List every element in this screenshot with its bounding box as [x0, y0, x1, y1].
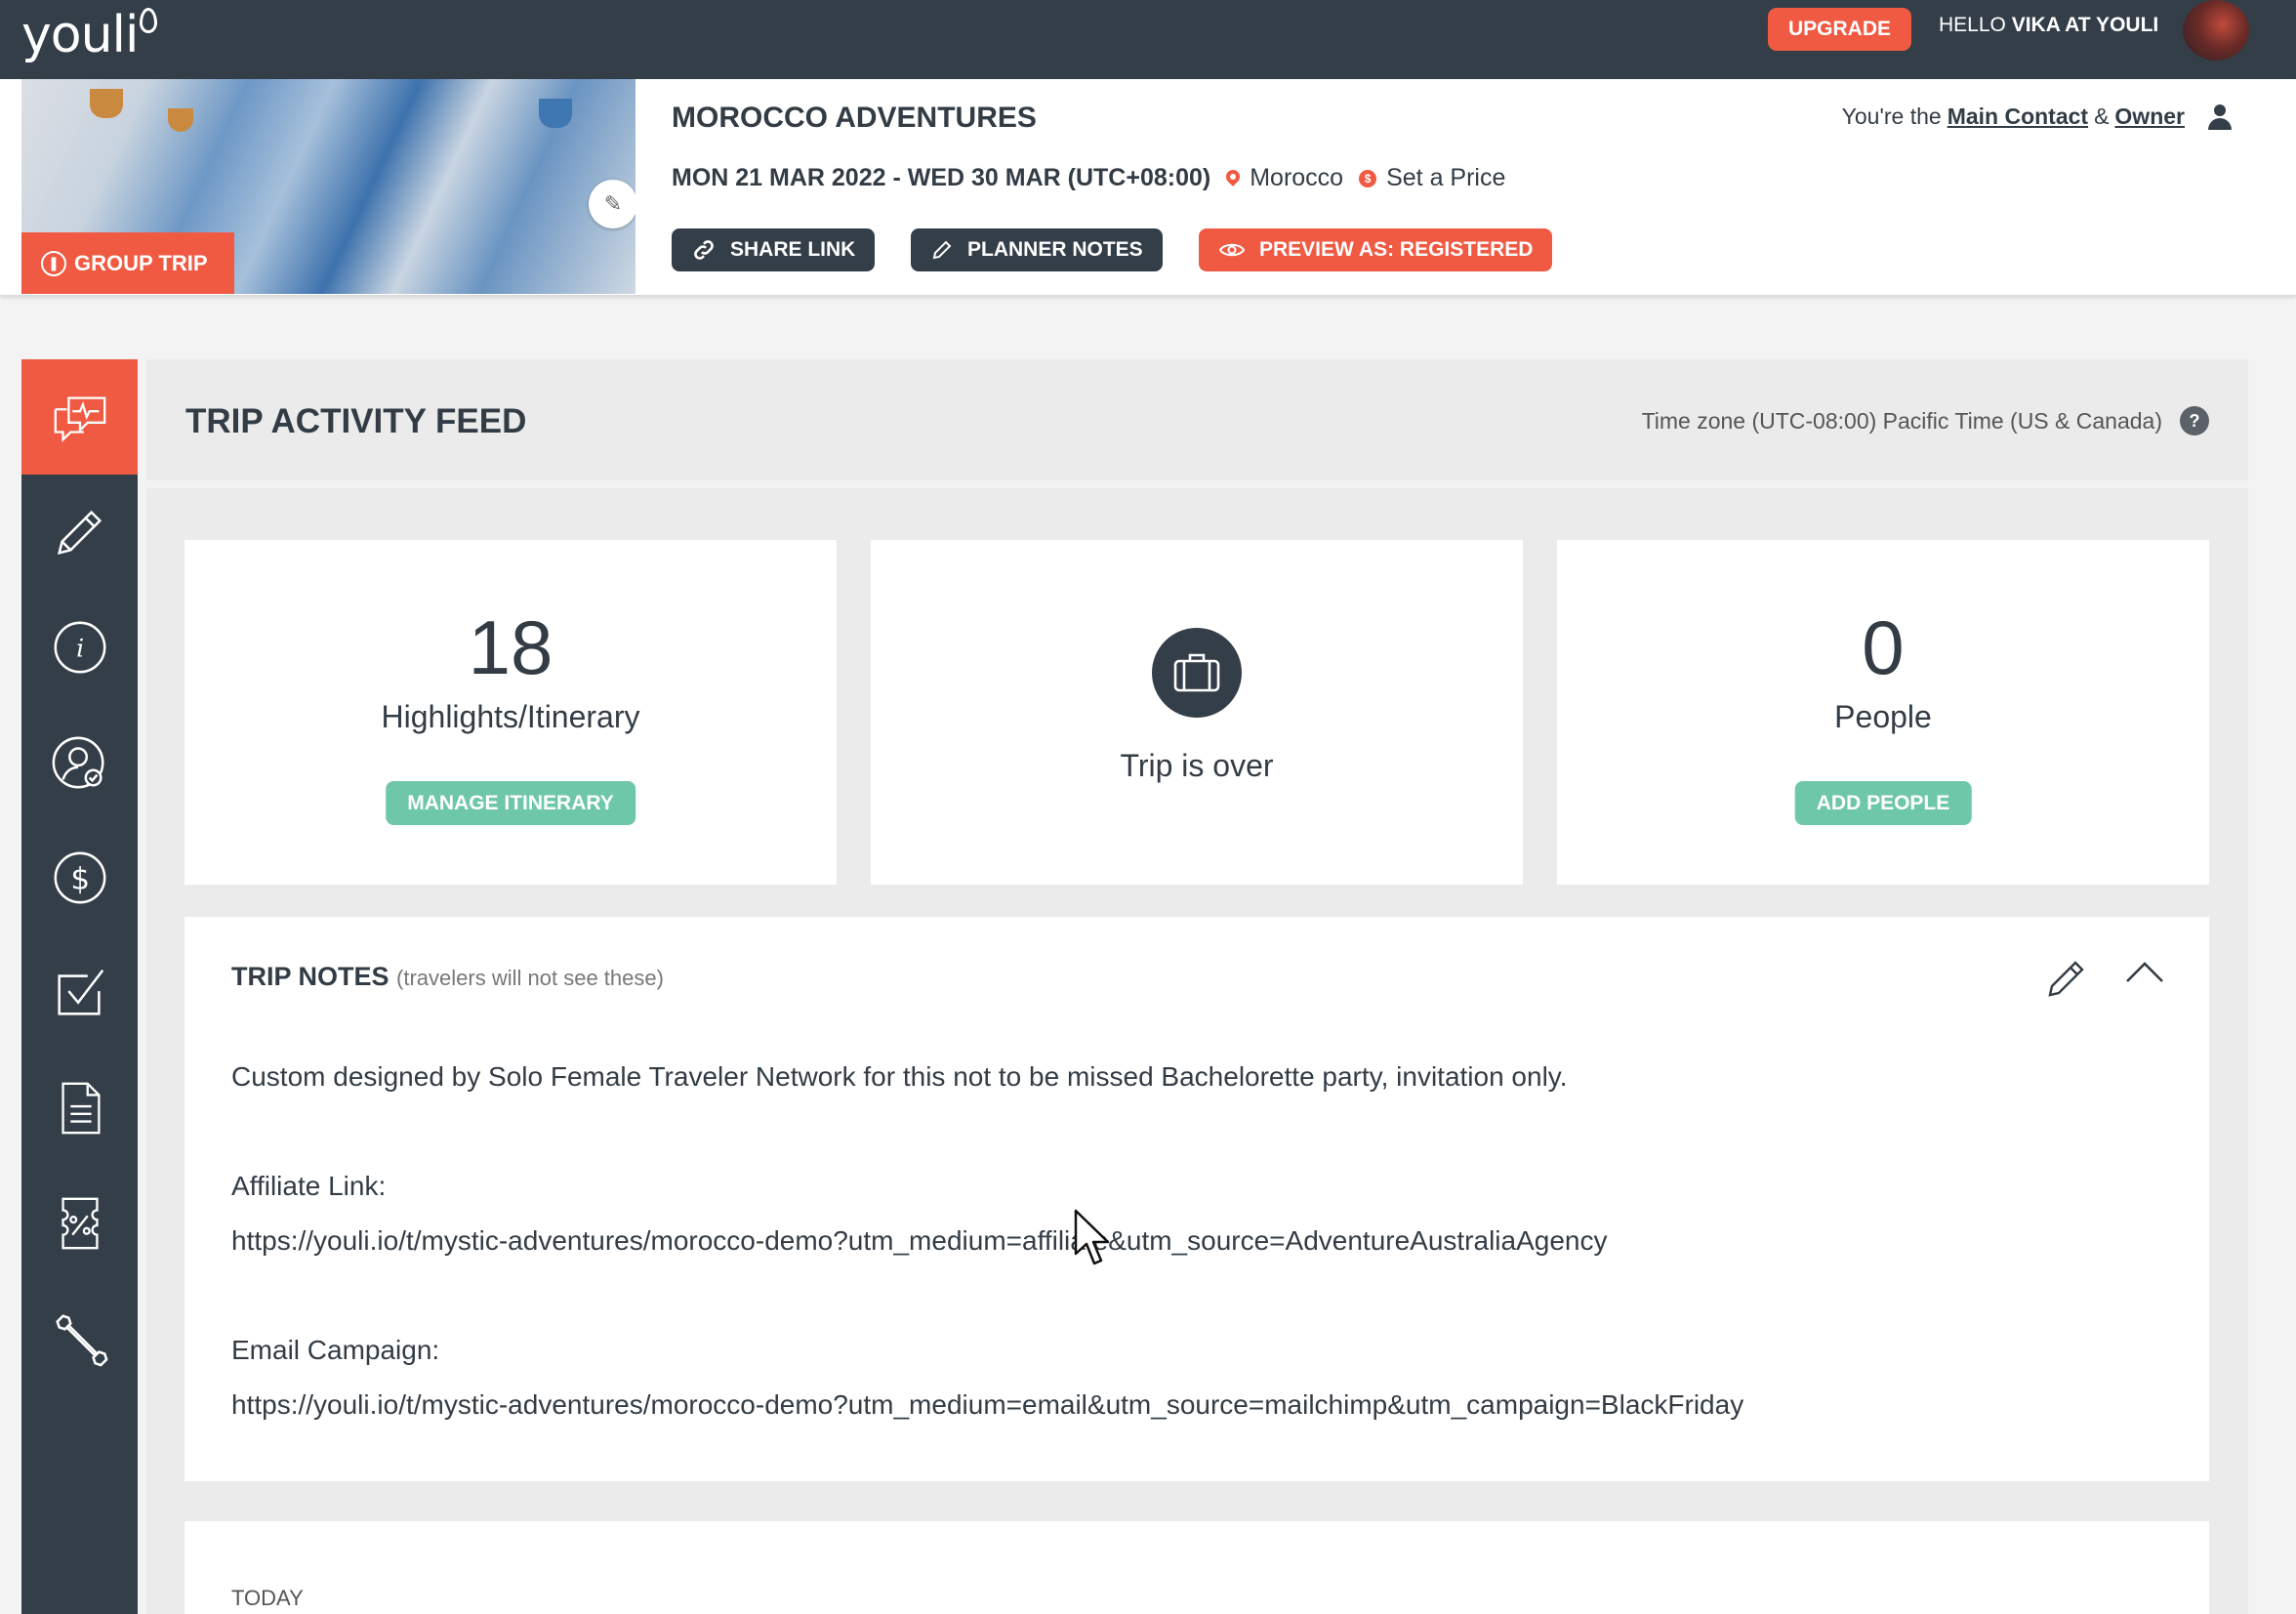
- main-contact-link[interactable]: Main Contact: [1948, 103, 2088, 130]
- trip-title: MOROCCO ADVENTURES: [672, 102, 1037, 134]
- collapse-chevron-icon[interactable]: [2124, 960, 2165, 985]
- sidebar-item-people[interactable]: [21, 705, 138, 820]
- logo-drop-icon: [140, 8, 158, 33]
- pencil-icon: [57, 510, 102, 556]
- pencil-icon: [932, 240, 952, 260]
- contact-role: You're the Main Contact & Owner: [1842, 103, 2232, 130]
- sidebar-item-tasks[interactable]: [21, 935, 138, 1051]
- trip-status-label: Trip is over: [1120, 748, 1274, 783]
- add-people-button[interactable]: ADD PEOPLE: [1794, 781, 1972, 825]
- upgrade-button[interactable]: UPGRADE: [1768, 8, 1911, 51]
- trip-notes-panel: TRIP NOTES (travelers will not see these…: [184, 917, 2209, 1481]
- owner-link[interactable]: Owner: [2114, 103, 2185, 130]
- timeline-today: TODAY: [184, 1521, 2209, 1614]
- activity-feed-icon: [54, 396, 105, 443]
- edit-image-button[interactable]: ✎: [589, 180, 636, 228]
- timezone-info: Time zone (UTC-08:00) Pacific Time (US &…: [1642, 406, 2209, 435]
- sidebar: i $: [21, 359, 138, 1614]
- sidebar-item-documents[interactable]: [21, 1051, 138, 1166]
- avatar[interactable]: [2183, 0, 2249, 61]
- help-icon[interactable]: ?: [2180, 406, 2209, 435]
- suitcase-icon: [1152, 628, 1242, 718]
- info-icon: i: [54, 621, 105, 674]
- trip-dates: MON 21 MAR 2022 - WED 30 MAR (UTC+08:00): [672, 164, 1211, 191]
- planner-notes-button[interactable]: PLANNER NOTES: [911, 228, 1163, 271]
- sidebar-item-payments[interactable]: $: [21, 820, 138, 935]
- affiliate-label: Affiliate Link:: [231, 1171, 387, 1201]
- affiliate-url[interactable]: https://youli.io/t/mystic-adventures/mor…: [231, 1225, 1608, 1257]
- eye-icon: [1218, 243, 1246, 257]
- sidebar-item-edit[interactable]: [21, 475, 138, 590]
- price-icon: $: [1359, 169, 1377, 187]
- checkbox-icon: [57, 969, 103, 1015]
- document-icon: [61, 1082, 101, 1135]
- people-check-icon: [52, 736, 104, 789]
- sidebar-item-discounts[interactable]: [21, 1166, 138, 1281]
- sidebar-item-info[interactable]: i: [21, 590, 138, 705]
- edit-notes-icon[interactable]: [2044, 956, 2085, 999]
- group-icon: ❚: [41, 250, 66, 276]
- people-label: People: [1834, 699, 1932, 734]
- people-count: 0: [1862, 604, 1905, 690]
- notes-description: Custom designed by Solo Female Traveler …: [231, 1061, 1568, 1092]
- email-campaign-label: Email Campaign:: [231, 1335, 440, 1365]
- link-icon: [694, 240, 714, 260]
- people-card: 0 People ADD PEOPLE: [1557, 540, 2209, 885]
- trip-status-card: Trip is over: [871, 540, 1523, 885]
- discount-ticket-icon: [61, 1197, 99, 1250]
- svg-text:$: $: [70, 862, 90, 897]
- svg-text:i: i: [76, 635, 84, 663]
- page-title: TRIP ACTIVITY FEED: [185, 402, 527, 440]
- email-campaign-url[interactable]: https://youli.io/t/mystic-adventures/mor…: [231, 1389, 1743, 1421]
- user-icon: [2208, 103, 2232, 130]
- today-label: TODAY: [231, 1586, 304, 1610]
- itinerary-card: 18 Highlights/Itinerary MANAGE ITINERARY: [184, 540, 837, 885]
- mouse-cursor-icon: [1074, 1209, 1110, 1265]
- top-bar: youli UPGRADE HELLO VIKA AT YOULI: [0, 0, 2296, 79]
- wrench-icon: [55, 1314, 108, 1367]
- user-greeting[interactable]: HELLO VIKA AT YOULI: [1939, 14, 2158, 37]
- trip-meta: MON 21 MAR 2022 - WED 30 MAR (UTC+08:00)…: [672, 164, 1505, 192]
- set-price-link[interactable]: $ Set a Price: [1359, 164, 1505, 192]
- itinerary-label: Highlights/Itinerary: [381, 699, 640, 734]
- location-pin-icon: [1226, 170, 1240, 187]
- youli-logo[interactable]: youli: [21, 6, 158, 64]
- preview-as-button[interactable]: PREVIEW AS: REGISTERED: [1199, 228, 1553, 271]
- manage-itinerary-button[interactable]: MANAGE ITINERARY: [386, 781, 636, 825]
- group-trip-badge: ❚ GROUP TRIP: [21, 232, 234, 294]
- itinerary-count: 18: [468, 604, 554, 690]
- trip-location[interactable]: Morocco: [1226, 164, 1343, 192]
- share-link-button[interactable]: SHARE LINK: [672, 228, 876, 271]
- feed-header: TRIP ACTIVITY FEED Time zone (UTC-08:00)…: [146, 359, 2248, 480]
- trip-notes-title: TRIP NOTES (travelers will not see these…: [231, 962, 664, 991]
- dollar-icon: $: [54, 851, 105, 904]
- sidebar-item-activity-feed[interactable]: [21, 359, 138, 475]
- sidebar-item-settings[interactable]: [21, 1281, 138, 1396]
